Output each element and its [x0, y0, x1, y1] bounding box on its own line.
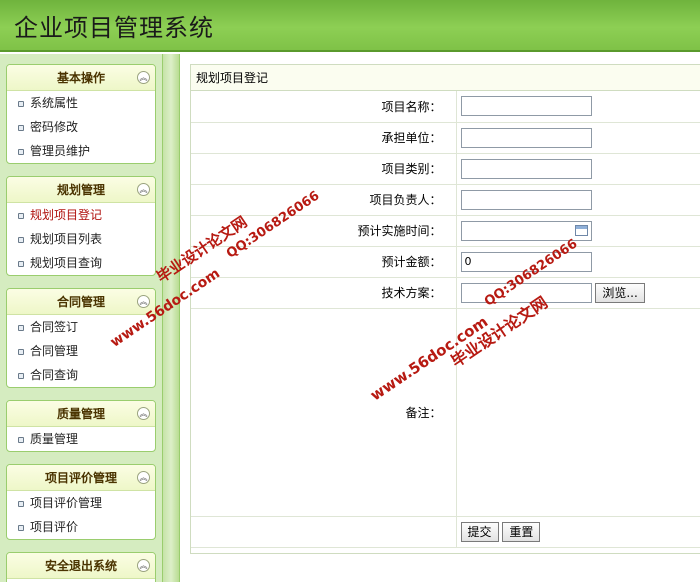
undertaking-unit-input[interactable]: [460, 127, 592, 148]
bullet-icon: [18, 348, 24, 355]
app-title: 企业项目管理系统: [14, 14, 214, 42]
sidebar-group-header[interactable]: 基本操作 ︽: [7, 65, 155, 91]
app-header: 企业项目管理系统: [0, 0, 700, 52]
sidebar-group-title: 项目评价管理: [44, 471, 117, 485]
sidebar-item-label: 项目评价管理: [30, 496, 103, 510]
sidebar-item-label: 密码修改: [30, 120, 79, 134]
sidebar-item-label: 项目评价: [30, 520, 79, 534]
sidebar-group-title: 安全退出系统: [44, 559, 117, 573]
sidebar-item-admin-maintenance[interactable]: 管理员维护: [7, 139, 155, 163]
form-title: 规划项目登记: [191, 65, 700, 91]
chevron-up-icon[interactable]: ︽: [137, 471, 150, 484]
sidebar-item-evaluation[interactable]: 项目评价: [7, 515, 155, 539]
sidebar-group-header[interactable]: 合同管理 ︽: [7, 289, 155, 315]
sidebar-item-quality-manage[interactable]: 质量管理: [7, 427, 155, 451]
field-label: 项目类别：: [191, 153, 457, 185]
sidebar-group-title: 规划管理: [56, 183, 105, 197]
sidebar-group-title: 质量管理: [56, 407, 105, 421]
sidebar-item-label: 合同签订: [30, 320, 79, 334]
field-label: 项目名称：: [191, 91, 457, 123]
sidebar-group-header[interactable]: 质量管理 ︽: [7, 401, 155, 427]
submit-button[interactable]: 提交: [460, 521, 499, 542]
bullet-icon: [18, 324, 24, 331]
sidebar-item-label: 合同查询: [30, 368, 79, 382]
chevron-up-icon[interactable]: ︽: [137, 407, 150, 420]
sidebar-item-evaluation-manage[interactable]: 项目评价管理: [7, 491, 155, 515]
sidebar-item-contract-query[interactable]: 合同查询: [7, 363, 155, 387]
chevron-up-icon[interactable]: ︽: [137, 559, 150, 572]
field-label: 备注：: [191, 308, 457, 517]
sidebar-group-basic: 基本操作 ︽ 系统属性 密码修改 管理员维护: [6, 64, 156, 164]
calendar-icon[interactable]: [574, 224, 588, 236]
sidebar-group-planning: 规划管理 ︽ 规划项目登记 规划项目列表 规划项目查询: [6, 176, 156, 276]
plan-register-form: 规划项目登记 项目名称： 承担单位： 项目类别： 项目负责人： 预计实施时间： …: [190, 64, 700, 554]
sidebar-group-logout: 安全退出系统 ︽: [6, 552, 156, 582]
form-table: 项目名称： 承担单位： 项目类别： 项目负责人： 预计实施时间： 预计金额： 0…: [191, 91, 700, 548]
chevron-up-icon[interactable]: ︽: [137, 295, 150, 308]
bullet-icon: [18, 148, 24, 155]
chevron-up-icon[interactable]: ︽: [137, 183, 150, 196]
browse-button[interactable]: 浏览...: [595, 282, 645, 303]
sidebar-item-plan-register[interactable]: 规划项目登记: [7, 203, 155, 227]
sidebar-group-title: 基本操作: [56, 71, 105, 85]
sidebar-item-label: 系统属性: [30, 96, 79, 110]
project-leader-input[interactable]: [460, 189, 592, 210]
field-label: 技术方案：: [191, 277, 457, 309]
sidebar-item-label: 规划项目查询: [30, 256, 103, 270]
sidebar-group-header[interactable]: 安全退出系统 ︽: [7, 553, 155, 579]
bullet-icon: [18, 260, 24, 267]
bullet-icon: [18, 124, 24, 131]
sidebar-item-change-password[interactable]: 密码修改: [7, 115, 155, 139]
bullet-icon: [18, 500, 24, 507]
bullet-icon: [18, 436, 24, 443]
field-label: 项目负责人：: [191, 184, 457, 216]
sidebar-group-header[interactable]: 项目评价管理 ︽: [7, 465, 155, 491]
reset-button[interactable]: 重置: [502, 521, 541, 542]
bullet-icon: [18, 100, 24, 107]
field-label: 承担单位：: [191, 122, 457, 154]
sidebar-group-evaluation: 项目评价管理 ︽ 项目评价管理 项目评价: [6, 464, 156, 540]
chevron-up-icon[interactable]: ︽: [137, 71, 150, 84]
sidebar-item-plan-list[interactable]: 规划项目列表: [7, 227, 155, 251]
sidebar-group-quality: 质量管理 ︽ 质量管理: [6, 400, 156, 452]
bullet-icon: [18, 372, 24, 379]
bullet-icon: [18, 524, 24, 531]
project-category-input[interactable]: [460, 158, 592, 179]
sidebar-item-label: 管理员维护: [30, 144, 91, 158]
sidebar-item-label: 质量管理: [30, 432, 79, 446]
sidebar-item-label: 规划项目列表: [30, 232, 103, 246]
bullet-icon: [18, 212, 24, 219]
actions-spacer: [191, 516, 457, 548]
bullet-icon: [18, 236, 24, 243]
sidebar-item-plan-query[interactable]: 规划项目查询: [7, 251, 155, 275]
sidebar-item-label: 规划项目登记: [30, 208, 103, 222]
sidebar-item-label: 合同管理: [30, 344, 79, 358]
sidebar-item-contract-manage[interactable]: 合同管理: [7, 339, 155, 363]
sidebar-group-header[interactable]: 规划管理 ︽: [7, 177, 155, 203]
project-name-input[interactable]: [460, 96, 592, 117]
sidebar-item-system-properties[interactable]: 系统属性: [7, 91, 155, 115]
sidebar-group-title: 合同管理: [56, 295, 105, 309]
